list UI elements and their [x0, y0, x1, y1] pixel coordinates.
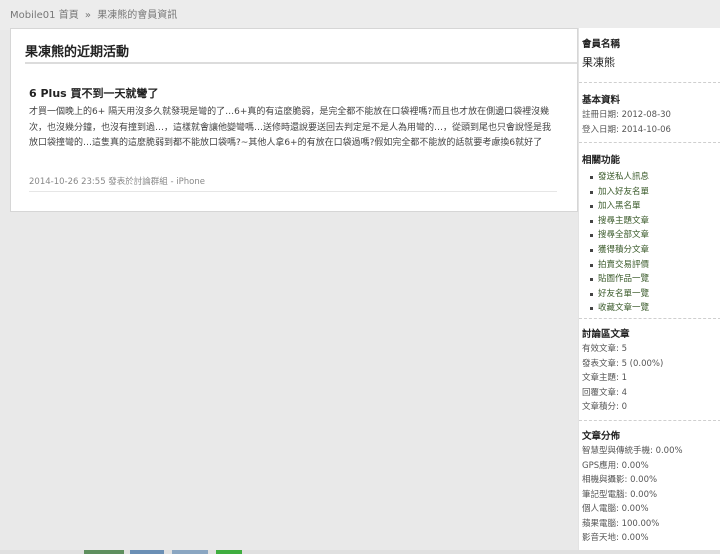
breadcrumb: Mobile01 首頁 » 果凍熊的會員資訊: [0, 0, 720, 30]
distribution-item: 蘋果電腦: 100.00%: [582, 518, 660, 529]
register-date: 註冊日期: 2012-08-30: [582, 110, 671, 120]
taskbar-button[interactable]: [130, 550, 164, 554]
article-excerpt: 才買一個晚上的6+ 隔天用沒多久就發現是彎的了…6+真的有這麼脆弱，是完全都不能…: [29, 107, 552, 148]
recent-activity-panel: 果凍熊的近期活動 6 Plus 買不到一天就彎了 才買一個晚上的6+ 隔天用沒多…: [10, 28, 578, 212]
reply-posts: 回覆文章: 4: [582, 387, 627, 398]
distribution-item: 影音天地: 0.00%: [582, 533, 649, 543]
taskbar-button[interactable]: [216, 550, 242, 554]
function-add-blacklist[interactable]: 加入黑名單: [582, 199, 716, 214]
function-photo-works[interactable]: 貼圖作品一覽: [582, 272, 716, 287]
basic-info-heading: 基本資料: [582, 95, 621, 106]
article-title-link[interactable]: 6 Plus 買不到一天就彎了: [29, 85, 159, 101]
function-search-topics[interactable]: 搜尋主題文章: [582, 214, 716, 229]
breadcrumb-current: 果凍熊的會員資訊: [97, 10, 178, 21]
distribution-item: 相機與攝影: 0.00%: [582, 475, 658, 485]
function-friend-list[interactable]: 好友名單一覽: [582, 287, 716, 302]
basic-info-section: 基本資料 註冊日期: 2012-08-30 登入日期: 2014-10-06: [582, 92, 716, 137]
function-send-message[interactable]: 發送私人訊息: [582, 170, 716, 185]
topic-posts: 文章主題: 1: [582, 373, 627, 383]
function-scored-posts[interactable]: 獲得積分文章: [582, 243, 716, 258]
related-functions-heading: 相關功能: [582, 155, 621, 166]
taskbar-button[interactable]: [84, 550, 124, 554]
distribution-item: 筆記型電腦: 0.00%: [582, 489, 658, 500]
function-favorite-posts[interactable]: 收藏文章一覽: [582, 301, 716, 316]
divider: [579, 82, 720, 83]
function-add-friend[interactable]: 加入好友名單: [582, 185, 716, 200]
breadcrumb-root-link[interactable]: Mobile01: [10, 10, 56, 21]
article-meta: 2014-10-26 23:55 發表於討論群組 - iPhone: [29, 177, 205, 187]
member-sidebar: 會員名稱 果凍熊 基本資料 註冊日期: 2012-08-30 登入日期: 201…: [578, 28, 720, 554]
distribution-item: 個人電腦: 0.00%: [582, 504, 649, 514]
member-name: 果凍熊: [582, 56, 615, 69]
distribution-item: 智慧型與傳統手機: 0.00%: [582, 446, 683, 456]
login-date: 登入日期: 2014-10-06: [582, 124, 671, 135]
breadcrumb-home-link[interactable]: 首頁: [59, 10, 79, 21]
taskbar-button[interactable]: [172, 550, 208, 554]
divider: [579, 318, 720, 319]
post-distribution-section: 文章分佈 智慧型與傳統手機: 0.00% GPS應用: 0.00% 相機與攝影:…: [582, 428, 716, 546]
breadcrumb-separator: »: [84, 10, 92, 21]
distribution-item: GPS應用: 0.00%: [582, 460, 649, 471]
page-title: 果凍熊的近期活動: [25, 45, 130, 60]
post-score: 文章積分: 0: [582, 402, 627, 412]
related-functions-list: 發送私人訊息 加入好友名單 加入黑名單 搜尋主題文章 搜尋全部文章 獲得積分文章…: [582, 170, 716, 316]
member-name-heading: 會員名稱: [582, 39, 621, 50]
forum-posts-heading: 討論區文章: [582, 329, 630, 340]
divider: [579, 420, 720, 421]
function-search-all-posts[interactable]: 搜尋全部文章: [582, 228, 716, 243]
article-divider: [29, 191, 557, 192]
post-distribution-heading: 文章分佈: [582, 431, 621, 442]
divider: [579, 142, 720, 143]
total-posts: 發表文章: 5 (0.00%): [582, 358, 664, 369]
function-auction-ratings[interactable]: 拍賣交易評價: [582, 258, 716, 273]
forum-posts-section: 討論區文章 有效文章: 5 發表文章: 5 (0.00%) 文章主題: 1 回覆…: [582, 326, 716, 415]
related-functions-section: 相關功能 發送私人訊息 加入好友名單 加入黑名單 搜尋主題文章 搜尋全部文章 獲…: [582, 152, 716, 316]
taskbar-strip: [0, 550, 720, 554]
member-name-section: 會員名稱 果凍熊: [582, 36, 716, 70]
title-divider: [25, 62, 577, 64]
valid-posts: 有效文章: 5: [582, 344, 627, 354]
